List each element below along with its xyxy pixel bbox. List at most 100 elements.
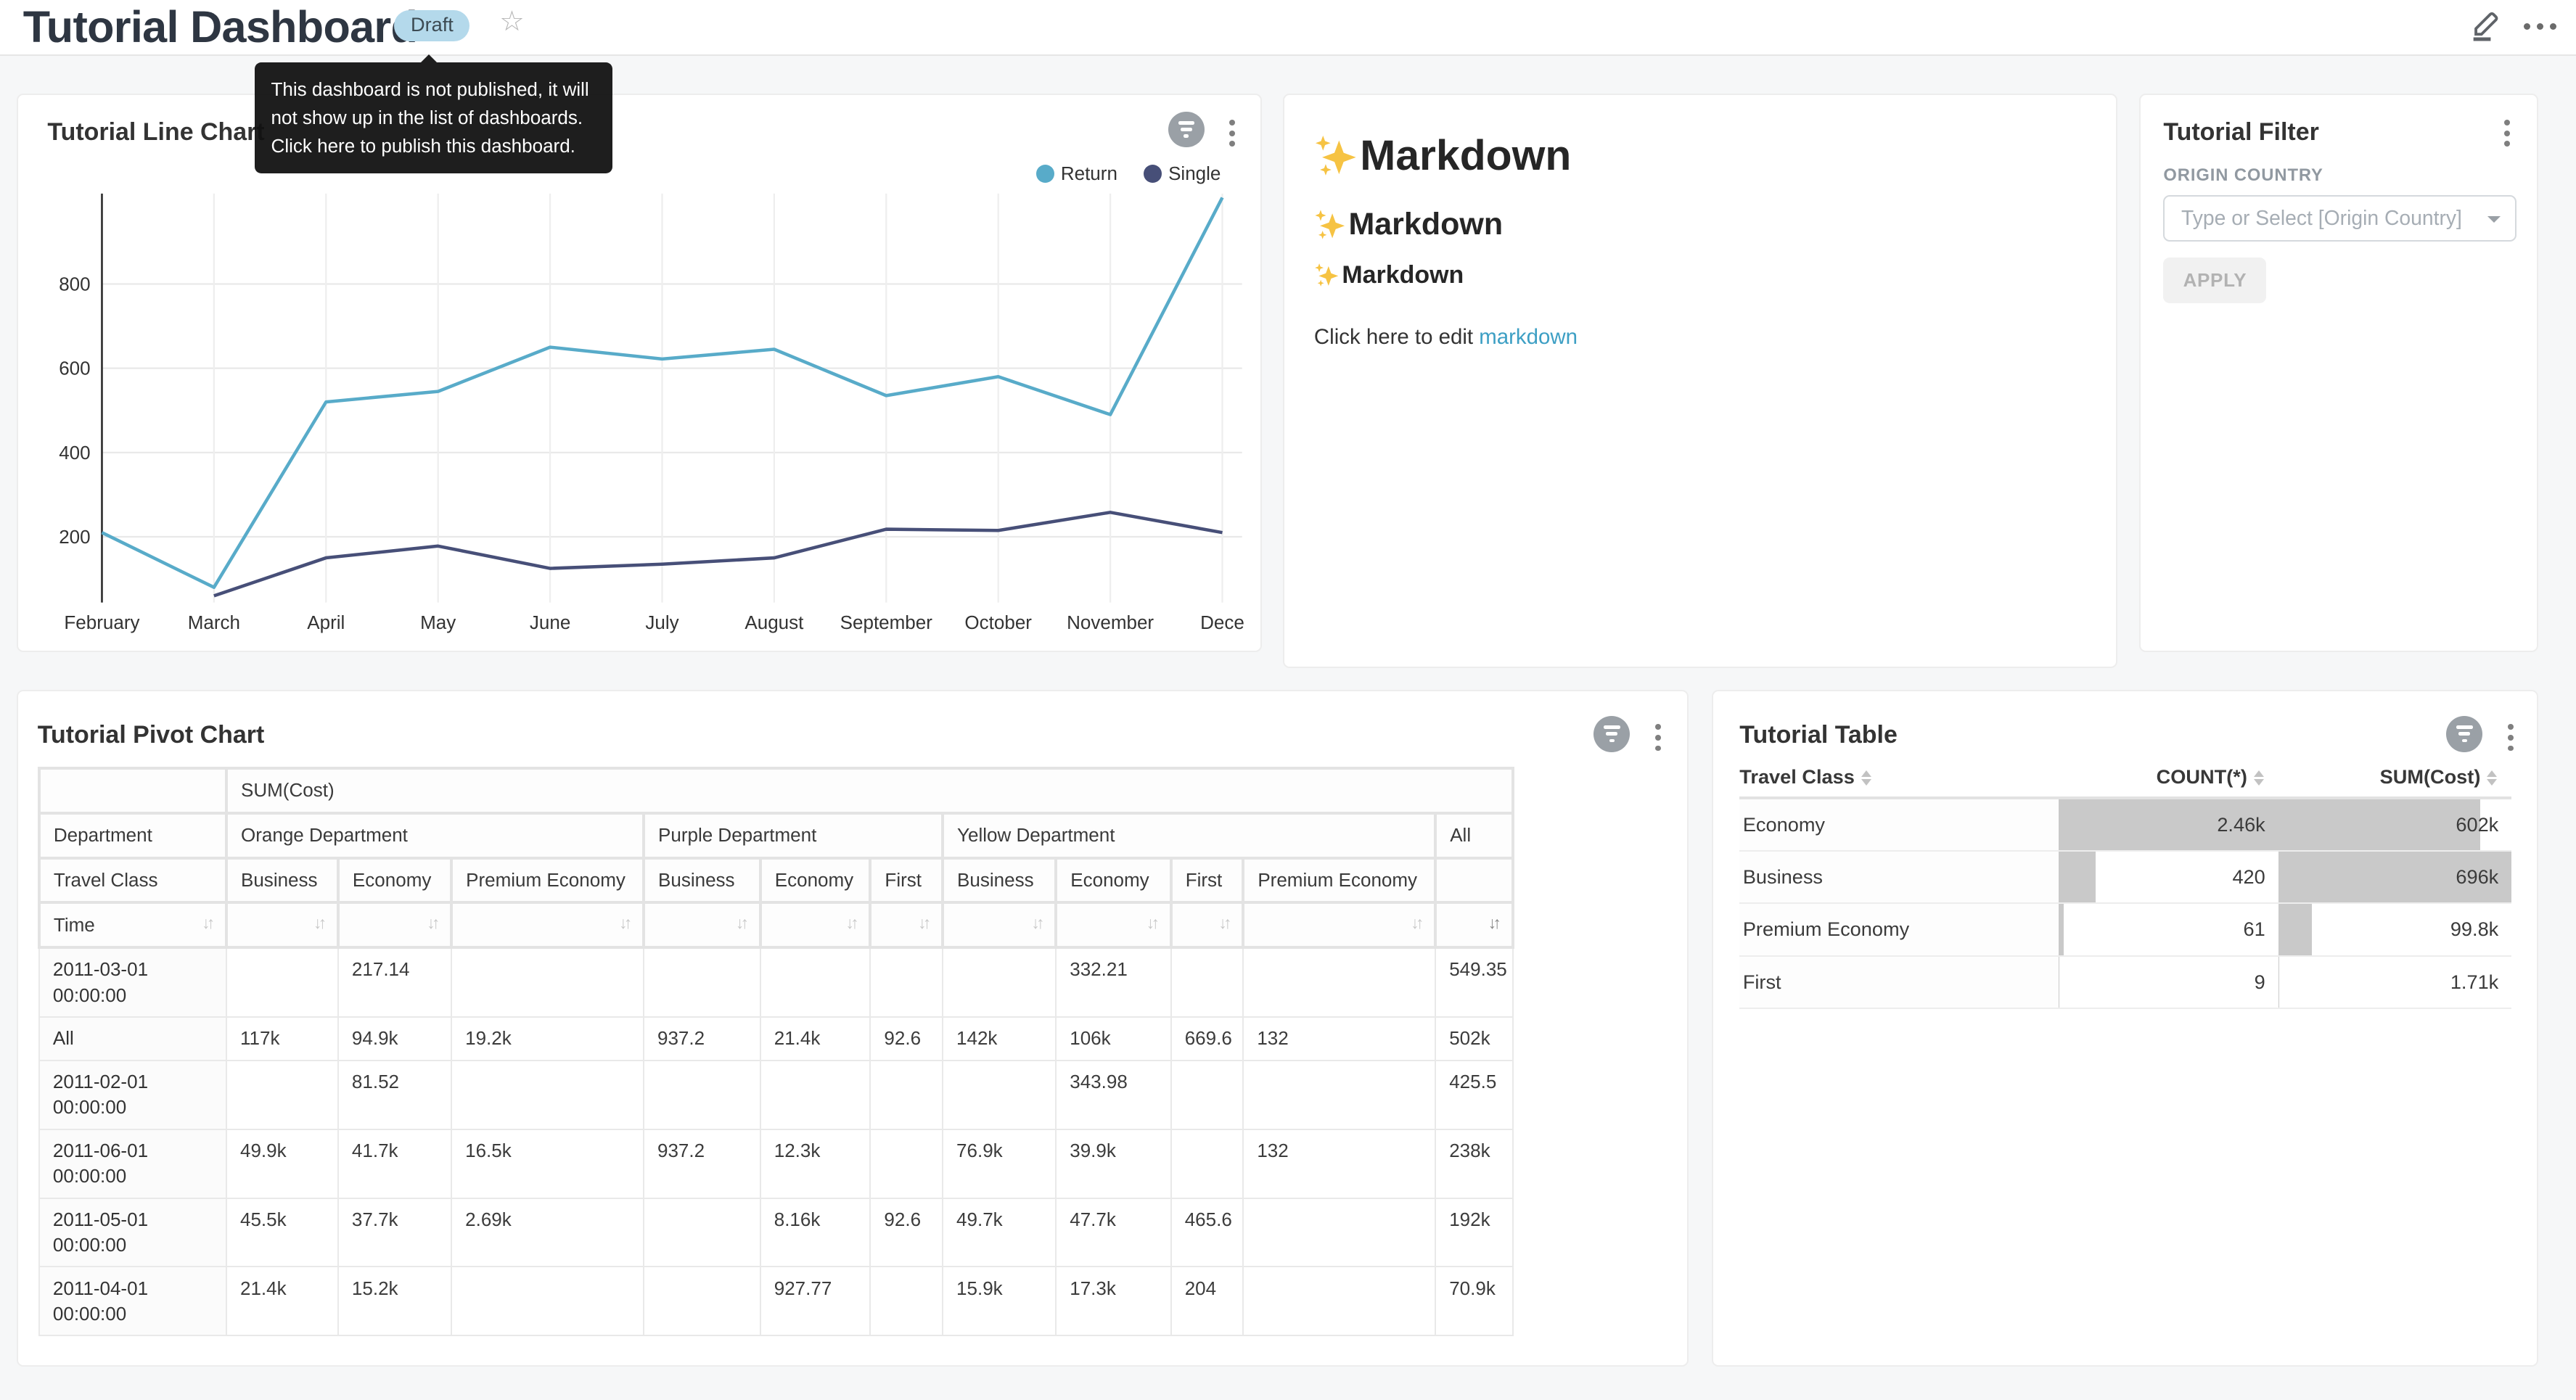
sort-arrows-icon[interactable]: ↓↑ [1219,913,1229,935]
pivot-col-header: Premium Economy [1243,858,1435,903]
x-tick-label: August [745,612,804,633]
cell-value: 696k [2278,859,2512,895]
apply-button[interactable]: APPLY [2163,258,2266,303]
count-cell: 61 [2059,903,2278,955]
pivot-cell: 669.6 [1171,1017,1244,1061]
pivot-cell [760,1061,871,1129]
pivot-col-header: Economy [760,858,871,903]
sort-caret-icon [1861,767,1873,788]
pivot-cell [1171,947,1244,1017]
pivot-dim-label: Department [39,813,226,858]
filter-card-title: Tutorial Filter [2163,118,2318,147]
pivot-chart-card: Tutorial Pivot Chart SUM(Cost)Department… [17,690,1689,1367]
pivot-cell: 2.69k [451,1198,644,1267]
pivot-col-header [1435,858,1512,903]
pivot-col-group: All [1435,813,1512,858]
sort-arrows-icon[interactable]: ↓↑ [1031,913,1041,935]
filter-funnel-icon[interactable] [2446,716,2482,752]
sum-cell: 696k [2278,851,2512,903]
pivot-row-label: 2011-02-01 00:00:00 [39,1061,226,1129]
sparkles-icon [1314,134,1360,177]
pivot-metric-header: SUM(Cost) [226,768,1513,813]
pivot-cell: 343.98 [1056,1061,1170,1129]
pivot-cell: 425.5 [1435,1061,1512,1129]
column-header-count[interactable]: COUNT(*) [2059,757,2278,798]
pivot-cell: 15.9k [943,1267,1056,1335]
sort-arrows-icon[interactable]: ↓↑ [1411,913,1421,935]
y-tick-label: 200 [59,526,90,548]
sort-arrows-icon[interactable]: ↓↑ [1147,913,1157,935]
pivot-cell: 45.5k [226,1198,338,1267]
sum-cell: 602k [2278,798,2512,851]
pivot-col-header: Business [226,858,338,903]
filter-funnel-icon[interactable] [1593,716,1630,752]
pivot-row-label: All [39,1017,226,1061]
pivot-col-header: Business [943,858,1056,903]
star-icon[interactable]: ☆ [499,5,525,38]
pivot-cell: 465.6 [1171,1198,1244,1267]
pivot-cell [644,1061,760,1129]
sort-arrows-icon[interactable]: ↓↑ [619,913,629,935]
markdown-card: Markdown Markdown Markdown Click here to… [1283,94,2117,668]
pivot-cell: 15.2k [338,1267,451,1335]
sort-arrows-icon[interactable]: ↓↑ [846,913,856,935]
table-row: Business420696k [1739,851,2511,903]
column-header-sum-cost[interactable]: SUM(Cost) [2278,757,2512,798]
sort-desc-icon[interactable]: ↓↑ [1488,913,1498,935]
column-header-travel-class[interactable]: Travel Class [1739,757,2058,798]
pivot-col-header: Business [644,858,760,903]
pivot-row-label: 2011-05-01 00:00:00 [39,1198,226,1267]
pivot-cell: 142k [943,1017,1056,1061]
pivot-cell [870,1061,943,1129]
pivot-cell [760,947,871,1017]
sort-caret-icon [2487,767,2498,788]
pivot-cell: 81.52 [338,1061,451,1129]
kebab-menu-icon[interactable] [2499,721,2522,754]
pivot-table: SUM(Cost)DepartmentOrange DepartmentPurp… [38,767,1514,1336]
pivot-row: 2011-05-01 00:00:0045.5k37.7k2.69k8.16k9… [39,1198,1513,1267]
sort-arrows-icon[interactable]: ↓↑ [427,913,437,935]
x-tick-label: October [964,612,1032,633]
pivot-cell: 937.2 [644,1129,760,1198]
pivot-sort-cell: ↓↑ [451,902,644,947]
pivot-cell: 41.7k [338,1129,451,1198]
pivot-sort-cell: ↓↑ [943,902,1056,947]
pivot-cell: 70.9k [1435,1267,1512,1335]
page-title: Tutorial Dashboard [23,1,417,52]
sort-arrows-icon[interactable]: ↓↑ [313,913,324,935]
pivot-cell: 92.6 [870,1017,943,1061]
pivot-cell: 117k [226,1017,338,1061]
pivot-cell [870,1267,943,1335]
pivot-cell: 94.9k [338,1017,451,1061]
draft-badge[interactable]: Draft [394,10,469,41]
sort-arrows-icon[interactable]: ↓↑ [918,913,928,935]
pivot-cell [1243,1267,1435,1335]
sort-arrows-icon[interactable]: ↓↑ [736,913,746,935]
ellipsis-icon[interactable] [2524,20,2556,33]
table-card: Tutorial Table Travel ClassCOUNT(*)SUM(C… [1712,690,2538,1367]
pivot-row: 2011-02-01 00:00:00 81.52 343.98 425.5 [39,1061,1513,1129]
pivot-cell [451,1061,644,1129]
pivot-cell: 12.3k [760,1129,871,1198]
x-tick-label: July [645,612,678,633]
pivot-cell [226,1061,338,1129]
pencil-icon[interactable] [2469,8,2502,41]
pivot-sort-cell: ↓↑ [1435,902,1512,947]
sum-cell: 1.71k [2278,956,2512,1008]
cell-value: 9 [2059,964,2278,1000]
pivot-cell: 21.4k [760,1017,871,1061]
pivot-cell: 21.4k [226,1267,338,1335]
pivot-cell [226,947,338,1017]
x-tick-label: June [529,612,570,633]
origin-country-select[interactable]: Type or Select [Origin Country] [2163,195,2516,241]
pivot-row-label: 2011-06-01 00:00:00 [39,1129,226,1198]
pivot-col-header: Economy [338,858,451,903]
pivot-row: 2011-03-01 00:00:00217.14332.21549.35 [39,947,1513,1017]
kebab-menu-icon[interactable] [2495,116,2519,149]
kebab-menu-icon[interactable] [1646,721,1670,754]
pivot-cell: 49.7k [943,1198,1056,1267]
sort-arrows-icon[interactable]: ↓↑ [202,913,212,935]
pivot-row-label: 2011-03-01 00:00:00 [39,947,226,1017]
cell-value: 2.46k [2059,807,2278,843]
markdown-edit-link[interactable]: markdown [1479,325,1578,349]
